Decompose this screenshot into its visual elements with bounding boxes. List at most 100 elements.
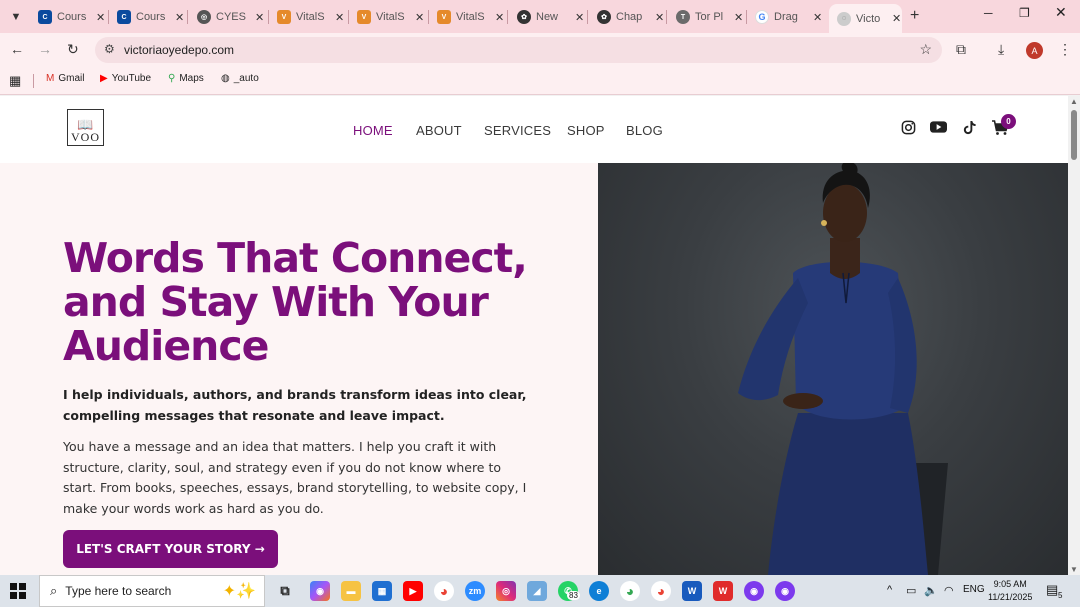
- hero-text-section: Words That Connect, and Stay With Your A…: [0, 163, 598, 575]
- tor-browser-icon[interactable]: ◉: [744, 581, 764, 601]
- language-indicator[interactable]: ENG: [963, 584, 985, 595]
- extensions-puzzle-icon[interactable]: ⧉: [956, 41, 966, 58]
- address-bar[interactable]: ⚙ victoriaoyedepo.com ☆: [95, 37, 942, 63]
- scroll-down-arrow-icon[interactable]: ▼: [1070, 565, 1078, 574]
- tab-search-chevron-icon[interactable]: ▼: [5, 6, 27, 28]
- download-icon[interactable]: ⤓: [998, 41, 1004, 58]
- chrome-profile-icon[interactable]: ◕: [620, 581, 640, 601]
- tab-11-active[interactable]: ◌ Victo ✕: [829, 4, 902, 33]
- tab-2[interactable]: C Cours ✕: [117, 6, 184, 28]
- youtube-app-icon[interactable]: ▶: [403, 581, 423, 601]
- close-icon[interactable]: ✕: [175, 11, 184, 24]
- file-explorer-icon[interactable]: ▬: [341, 581, 361, 601]
- chatgpt-icon: ✿: [517, 10, 531, 24]
- scroll-up-arrow-icon[interactable]: ▲: [1070, 97, 1078, 106]
- show-hidden-icons-chevron-icon[interactable]: ^: [887, 584, 892, 596]
- notifications-icon[interactable]: ▤: [1046, 582, 1058, 598]
- restore-icon[interactable]: ❐: [1019, 6, 1030, 20]
- windows-taskbar: ⌕ Type here to search ✦✨ ⧉ ◉ ▬ ▦ ▶ ◕ zm …: [0, 575, 1080, 607]
- tab-8[interactable]: ✿ Chap ✕: [597, 6, 664, 28]
- wps-icon[interactable]: W: [713, 581, 733, 601]
- close-icon[interactable]: ✕: [655, 11, 664, 24]
- close-icon[interactable]: ✕: [255, 11, 264, 24]
- tiktok-icon[interactable]: [962, 120, 977, 139]
- close-icon[interactable]: ✕: [575, 11, 584, 24]
- tab-divider: [108, 10, 109, 24]
- tab-5[interactable]: V VitalS ✕: [357, 6, 424, 28]
- tab-3[interactable]: ◎ CYESI ✕: [197, 6, 264, 28]
- instagram-icon[interactable]: [901, 120, 916, 139]
- tor-browser-icon[interactable]: ◉: [775, 581, 795, 601]
- word-icon[interactable]: W: [682, 581, 702, 601]
- microsoft-store-icon[interactable]: ▦: [372, 581, 392, 601]
- tab-divider: [587, 10, 588, 24]
- kebab-menu-icon[interactable]: ⋮: [1058, 41, 1072, 58]
- site-settings-icon[interactable]: ⚙: [104, 42, 115, 56]
- wifi-icon[interactable]: ◠: [944, 584, 954, 597]
- window-close-icon[interactable]: ✕: [1055, 4, 1067, 21]
- vitals-icon: V: [437, 10, 451, 24]
- back-arrow-icon[interactable]: ←: [10, 41, 24, 57]
- task-view-icon[interactable]: ⧉: [275, 581, 295, 601]
- tab-divider: [746, 10, 747, 24]
- meet-now-icon[interactable]: ▭: [906, 584, 916, 597]
- reload-icon[interactable]: ↻: [67, 41, 79, 58]
- minimize-icon[interactable]: ─: [984, 6, 993, 20]
- nav-services[interactable]: SERVICES: [484, 123, 551, 138]
- tab-7[interactable]: ✿ New ✕: [517, 6, 584, 28]
- tab-6[interactable]: V VitalS ✕: [437, 6, 504, 28]
- zoom-icon[interactable]: zm: [465, 581, 485, 601]
- windows-start-icon[interactable]: [10, 583, 26, 604]
- youtube-icon[interactable]: [930, 120, 947, 138]
- apps-grid-icon[interactable]: ▦: [9, 73, 21, 89]
- chrome-active-icon[interactable]: ◕: [651, 581, 671, 601]
- photos-app-icon[interactable]: ◢: [527, 581, 547, 601]
- close-icon[interactable]: ✕: [415, 11, 424, 24]
- url-text[interactable]: victoriaoyedepo.com: [124, 43, 234, 57]
- vitals-icon: V: [277, 10, 291, 24]
- copilot-icon[interactable]: ◉: [310, 581, 330, 601]
- logo-text: VOO: [71, 129, 100, 144]
- profile-avatar[interactable]: A: [1026, 42, 1043, 59]
- maps-icon: ⚲: [168, 73, 176, 84]
- page-scrollbar[interactable]: ▲ ▼: [1068, 96, 1080, 575]
- close-icon[interactable]: ✕: [892, 12, 901, 25]
- instagram-app-icon[interactable]: ◎: [496, 581, 516, 601]
- nav-blog[interactable]: BLOG: [626, 123, 663, 138]
- scrollbar-thumb[interactable]: [1071, 110, 1077, 160]
- forward-arrow-icon[interactable]: →: [38, 41, 52, 57]
- tab-divider: [187, 10, 188, 24]
- nav-home[interactable]: HOME: [353, 123, 393, 138]
- close-icon[interactable]: ✕: [734, 11, 743, 24]
- close-icon[interactable]: ✕: [96, 11, 105, 24]
- portrait-illustration: [738, 163, 948, 575]
- craft-story-button[interactable]: LET'S CRAFT YOUR STORY →: [63, 530, 278, 568]
- nav-shop[interactable]: SHOP: [567, 123, 605, 138]
- bookmark-maps[interactable]: ⚲ Maps: [168, 73, 204, 84]
- volume-icon[interactable]: 🔈: [924, 584, 938, 597]
- tab-9[interactable]: T Tor Pl ✕: [676, 6, 743, 28]
- tab-1[interactable]: C Cours ✕: [38, 6, 105, 28]
- tab-divider: [507, 10, 508, 24]
- tab-4[interactable]: V VitalS ✕: [277, 6, 344, 28]
- close-icon[interactable]: ✕: [813, 11, 822, 24]
- hero-body: You have a message and an idea that matt…: [63, 439, 527, 516]
- tor-icon: T: [676, 10, 690, 24]
- system-clock[interactable]: 9:05 AM 11/21/2025: [988, 578, 1032, 604]
- tab-10[interactable]: G Drag ✕: [755, 6, 822, 28]
- close-icon[interactable]: ✕: [495, 11, 504, 24]
- nav-about[interactable]: ABOUT: [416, 123, 462, 138]
- coursera-icon: C: [38, 10, 52, 24]
- bookmark-auto[interactable]: ◍ _auto: [221, 73, 259, 84]
- bookmark-youtube[interactable]: ▶ YouTube: [100, 73, 151, 84]
- site-logo[interactable]: 📖 VOO: [67, 109, 104, 146]
- bookmark-gmail[interactable]: M Gmail: [46, 73, 84, 84]
- edge-icon[interactable]: e: [589, 581, 609, 601]
- close-icon[interactable]: ✕: [335, 11, 344, 24]
- bookmark-star-icon[interactable]: ☆: [919, 41, 932, 58]
- vitals-icon: V: [357, 10, 371, 24]
- new-tab-plus-icon[interactable]: +: [910, 7, 919, 25]
- chrome-icon[interactable]: ◕: [434, 581, 454, 601]
- clock-date: 11/21/2025: [988, 592, 1033, 602]
- taskbar-search-box[interactable]: ⌕ Type here to search ✦✨: [39, 575, 265, 607]
